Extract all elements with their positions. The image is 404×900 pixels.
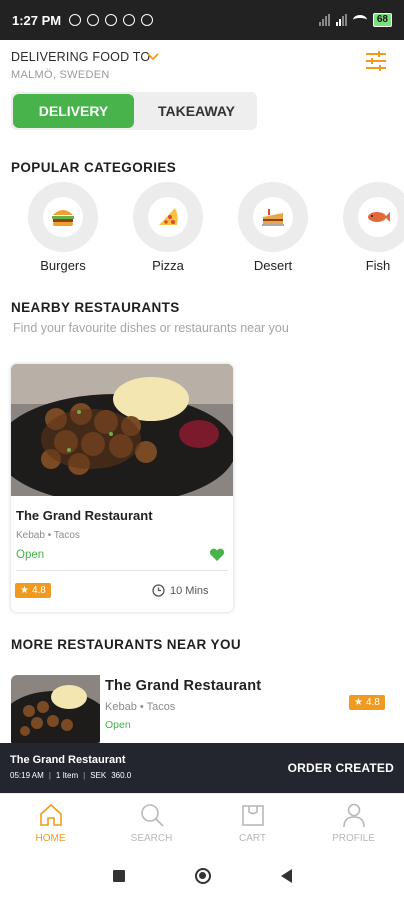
delivery-tab[interactable]: DELIVERY <box>13 94 134 128</box>
wifi-icon <box>352 15 367 25</box>
signal-icon <box>335 14 347 26</box>
category-fish[interactable]: Fish <box>341 182 404 273</box>
notification-icon <box>69 14 82 26</box>
rating-badge: ★ 4.8 <box>349 695 385 710</box>
order-amount: 360.0 <box>111 771 132 780</box>
clock-icon <box>152 584 165 597</box>
app-icon <box>105 14 118 26</box>
nav-cart[interactable]: CART <box>202 794 303 851</box>
delivery-location-label[interactable]: DELIVERING FOOD TO <box>11 50 150 64</box>
status-notification-icons <box>69 14 154 26</box>
restaurant-status: Open <box>16 549 45 561</box>
heart-icon[interactable] <box>209 548 225 567</box>
filter-icon[interactable] <box>364 50 388 72</box>
category-label: Desert <box>253 258 293 273</box>
order-currency: SEK <box>90 771 107 780</box>
nav-search[interactable]: SEARCH <box>101 794 202 851</box>
twitter-icon <box>123 14 136 26</box>
rating-value: 4.8 <box>31 585 46 596</box>
delivery-location: MALMÖ, SWEDEN <box>11 69 110 81</box>
system-navigation-bar <box>0 851 404 900</box>
category-pizza[interactable]: Pizza <box>131 182 205 273</box>
delivery-time-value: 10 Mins <box>170 584 209 597</box>
restaurant-tags: Kebab • Tacos <box>105 701 176 713</box>
section-title-nearby: NEARBY RESTAURANTS <box>11 300 180 315</box>
category-label: Pizza <box>152 258 184 273</box>
restaurant-tags: Kebab • Tacos <box>16 530 80 541</box>
section-title-more: MORE RESTAURANTS NEAR YOU <box>11 637 242 652</box>
pizza-icon <box>148 197 188 237</box>
bottom-navigation: HOME SEARCH CART PROFILE <box>0 793 404 851</box>
star-icon: ★ <box>354 697 363 708</box>
home-icon <box>39 803 62 826</box>
nav-label: HOME <box>35 832 66 844</box>
divider <box>16 570 228 571</box>
star-icon: ★ <box>20 585 29 596</box>
order-items: 1 Item <box>55 771 79 780</box>
order-status: ORDER CREATED <box>287 761 394 775</box>
nav-home[interactable]: HOME <box>0 794 101 851</box>
cake-icon <box>253 197 293 237</box>
fish-icon <box>358 197 398 237</box>
category-desert[interactable]: Desert <box>236 182 310 273</box>
restaurant-list-item[interactable]: The Grand Restaurant Kebab • Tacos Open … <box>11 675 393 743</box>
takeaway-tab[interactable]: TAKEAWAY <box>136 92 257 130</box>
order-restaurant-name: The Grand Restaurant <box>10 754 126 766</box>
profile-icon <box>342 803 365 827</box>
rating-value: 4.8 <box>365 697 380 708</box>
battery-icon: 68 <box>372 13 392 27</box>
facebook-icon <box>141 14 154 26</box>
search-icon <box>140 803 164 827</box>
cart-icon <box>241 804 264 826</box>
recents-icon[interactable] <box>112 869 125 882</box>
section-title-categories: POPULAR CATEGORIES <box>11 160 177 175</box>
back-icon[interactable] <box>280 868 292 883</box>
category-label: Burgers <box>40 258 86 273</box>
section-subtitle-nearby: Find your favourite dishes or restaurant… <box>13 321 289 335</box>
delivery-time: 10 Mins <box>152 584 209 597</box>
restaurant-name: The Grand Restaurant <box>16 508 153 523</box>
status-bar: 1:27 PM 68 <box>0 0 404 40</box>
order-mode-toggle: DELIVERY TAKEAWAY <box>11 92 257 130</box>
alarm-icon <box>87 14 100 26</box>
nav-label: CART <box>238 832 267 844</box>
restaurant-image <box>11 364 233 504</box>
nav-profile[interactable]: PROFILE <box>303 794 404 851</box>
burger-icon <box>43 197 83 237</box>
rating-badge: ★ 4.8 <box>15 583 51 598</box>
order-status-banner[interactable]: The Grand Restaurant 05:19 AM | 1 Item |… <box>0 743 404 793</box>
category-burgers[interactable]: Burgers <box>26 182 100 273</box>
restaurant-status: Open <box>105 719 131 731</box>
restaurant-thumbnail <box>11 675 100 743</box>
chevron-down-icon[interactable] <box>147 49 159 64</box>
order-time: 05:19 AM <box>10 771 44 780</box>
order-meta: 05:19 AM | 1 Item | SEK 360.0 <box>10 771 132 780</box>
restaurant-name: The Grand Restaurant <box>105 678 262 694</box>
status-time: 1:27 PM <box>12 12 62 28</box>
category-label: Fish <box>365 258 391 273</box>
restaurant-card[interactable]: The Grand Restaurant Kebab • Tacos Open … <box>11 364 233 612</box>
nav-label: PROFILE <box>332 832 375 844</box>
home-button-icon[interactable] <box>194 867 211 884</box>
nav-label: SEARCH <box>130 832 173 844</box>
signal-icon <box>318 14 330 26</box>
